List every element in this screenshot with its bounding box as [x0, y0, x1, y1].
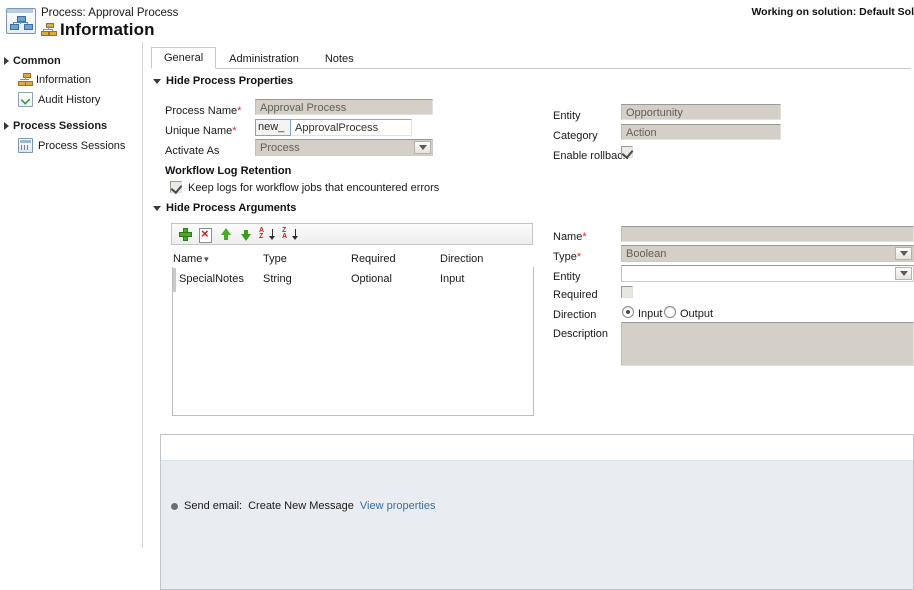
keep-logs-checkbox[interactable]	[170, 181, 182, 193]
tab-bar-rule	[151, 68, 911, 69]
direction-input-radio[interactable]	[622, 306, 634, 318]
keep-logs-label: Keep logs for workflow jobs that encount…	[188, 182, 440, 194]
step-bullet-icon	[171, 502, 178, 510]
chevron-down-icon[interactable]	[895, 267, 912, 280]
sidebar-item-audit-history[interactable]: Audit History	[0, 92, 142, 107]
argument-name-label: Name*	[553, 231, 587, 243]
argument-type-label: Type*	[553, 251, 582, 263]
sort-ascending-button[interactable]: AZ	[259, 227, 275, 241]
process-arguments-section-toggle[interactable]: Hide Process Arguments	[153, 202, 296, 214]
process-properties-section-toggle[interactable]: Hide Process Properties	[153, 75, 293, 87]
process-name-label: Process Name*	[165, 105, 242, 117]
audit-history-icon	[18, 92, 33, 107]
cell-type[interactable]: String	[263, 273, 292, 285]
sidebar-item-label: Process Sessions	[38, 139, 126, 152]
arguments-toolbar: AZ ZA	[171, 223, 533, 245]
process-arguments-section-label: Hide Process Arguments	[166, 202, 297, 214]
process-sessions-icon	[18, 138, 33, 153]
column-header-type[interactable]: Type	[263, 253, 287, 265]
row-selection-marker	[173, 268, 176, 292]
process-window-icon	[6, 8, 36, 34]
enable-rollback-label: Enable rollback	[553, 150, 629, 162]
solution-context-label: Working on solution: Default Sol	[751, 6, 914, 18]
tab-administration[interactable]: Administration	[216, 48, 312, 69]
entity-label: Entity	[553, 110, 581, 122]
column-header-name[interactable]: Name▼	[173, 253, 210, 265]
cell-required[interactable]: Optional	[351, 273, 392, 285]
process-name-input[interactable]: Approval Process	[255, 99, 433, 115]
sort-descending-button[interactable]: ZA	[282, 227, 298, 241]
column-header-required[interactable]: Required	[351, 253, 396, 265]
workflow-steps-body: Send email: Create New Message View prop…	[161, 460, 913, 589]
add-argument-button[interactable]	[179, 227, 192, 241]
process-icon	[41, 23, 57, 37]
cell-name[interactable]: SpecialNotes	[179, 273, 244, 285]
tab-notes[interactable]: Notes	[312, 48, 367, 69]
process-node-icon	[18, 73, 33, 86]
workflow-steps-header	[161, 435, 913, 460]
sidebar-item-process-sessions[interactable]: Process Sessions	[0, 138, 142, 153]
move-up-button[interactable]	[219, 227, 232, 241]
workflow-log-retention-heading: Workflow Log Retention	[165, 165, 292, 177]
category-label: Category	[553, 130, 598, 142]
chevron-right-icon	[4, 122, 9, 130]
argument-entity-label: Entity	[553, 271, 581, 283]
argument-required-checkbox[interactable]	[621, 286, 633, 298]
argument-type-value: Boolean	[626, 248, 667, 260]
sidebar-group-process-sessions: Process Sessions Process Sessions	[0, 120, 142, 153]
view-properties-link[interactable]: View properties	[360, 500, 436, 512]
unique-name-prefix: new_	[255, 119, 291, 136]
chevron-down-icon	[153, 78, 161, 84]
header-subtitle: Process: Approval Process	[41, 7, 179, 19]
activate-as-label: Activate As	[165, 145, 220, 157]
workflow-steps-panel: Send email: Create New Message View prop…	[160, 434, 914, 590]
move-down-button[interactable]	[239, 228, 252, 241]
argument-name-input[interactable]	[621, 226, 914, 242]
delete-argument-button[interactable]	[199, 226, 212, 243]
argument-description-label: Description	[553, 328, 609, 340]
unique-name-label: Unique Name*	[165, 125, 237, 137]
navigation-sidebar: Common Information Audit History Process…	[0, 42, 143, 548]
sidebar-group-label: Process Sessions	[13, 120, 108, 132]
sidebar-item-label: Information	[36, 73, 92, 86]
argument-direction-label: Direction	[553, 309, 597, 321]
chevron-right-icon	[4, 57, 9, 65]
direction-output-label: Output	[680, 308, 714, 320]
sidebar-item-label: Audit History	[38, 93, 101, 106]
column-header-direction[interactable]: Direction	[440, 253, 483, 265]
direction-output-radio[interactable]	[664, 306, 676, 318]
page-title: Information	[60, 20, 155, 39]
activate-as-select[interactable]: Process	[255, 139, 433, 156]
sidebar-group-process-sessions-header[interactable]: Process Sessions	[0, 120, 142, 132]
main-content: General Administration Notes Hide Proces…	[143, 42, 914, 590]
sidebar-item-information[interactable]: Information	[0, 73, 142, 86]
activate-as-value: Process	[260, 142, 300, 154]
tab-bar: General Administration Notes	[151, 47, 367, 69]
tab-general[interactable]: General	[151, 47, 217, 69]
page-title-wrap: Information	[41, 20, 155, 40]
argument-entity-select[interactable]	[621, 265, 914, 282]
cell-direction[interactable]: Input	[440, 273, 464, 285]
category-input[interactable]: Action	[621, 124, 781, 140]
process-information-window: Process: Approval Process Information Wo…	[0, 0, 914, 590]
argument-type-select[interactable]: Boolean	[621, 245, 914, 262]
page-header: Process: Approval Process Information Wo…	[0, 0, 914, 42]
chevron-down-icon[interactable]	[414, 141, 431, 154]
sidebar-group-common: Common Information Audit History	[0, 55, 142, 107]
arguments-grid	[172, 267, 534, 416]
direction-input-label: Input	[638, 308, 663, 320]
process-properties-section-label: Hide Process Properties	[166, 75, 294, 87]
sidebar-group-label: Common	[13, 55, 61, 67]
enable-rollback-checkbox[interactable]	[621, 146, 633, 158]
argument-required-label: Required	[553, 289, 598, 301]
workflow-step-row[interactable]: Send email: Create New Message View prop…	[171, 500, 436, 512]
step-name: Create New Message	[248, 500, 354, 512]
step-prefix: Send email:	[184, 500, 243, 512]
chevron-down-icon[interactable]	[895, 247, 912, 260]
sidebar-group-common-header[interactable]: Common	[0, 55, 142, 67]
argument-description-textarea[interactable]	[621, 322, 914, 366]
entity-input[interactable]: Opportunity	[621, 104, 781, 120]
chevron-down-icon	[153, 205, 161, 211]
